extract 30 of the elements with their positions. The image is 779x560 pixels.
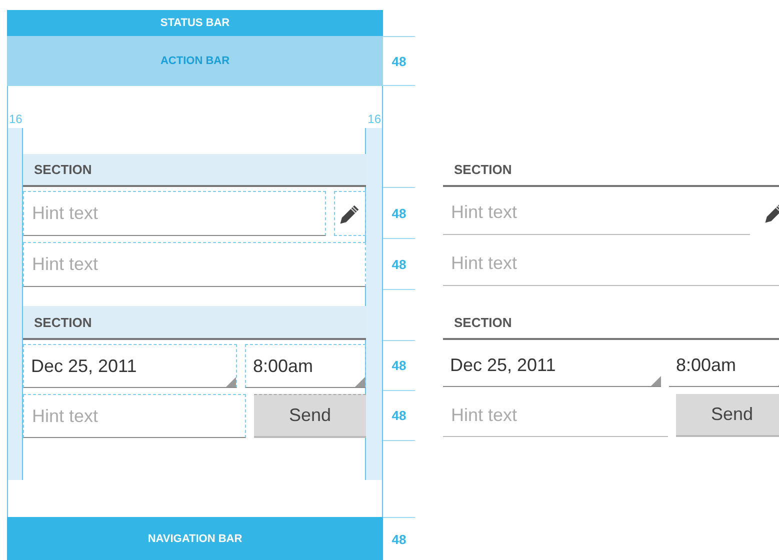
status-bar: STATUS BAR [7, 10, 383, 36]
navigation-bar: NAVIGATION BAR [7, 517, 383, 560]
margin-label: 16 [8, 112, 24, 126]
text-field[interactable]: Hint text [443, 242, 779, 286]
send-button[interactable]: Send [676, 394, 779, 437]
section-header: SECTION [23, 306, 366, 340]
dimension-label: 48 [392, 54, 406, 68]
spinner[interactable]: 8:00am [245, 344, 366, 388]
spinner-corner-icon [651, 376, 661, 386]
dimension-label: 48 [392, 206, 406, 220]
spinner-corner-icon [226, 377, 236, 387]
section-header: SECTION [23, 154, 366, 187]
section-header: SECTION [443, 306, 779, 340]
spinner[interactable]: Dec 25, 2011 [443, 344, 661, 387]
text-field[interactable]: Hint text [443, 394, 668, 437]
margin-label: 16 [366, 112, 382, 126]
spinner-corner-icon [355, 377, 365, 387]
text-field[interactable]: Hint text [443, 191, 750, 235]
text-field[interactable]: Hint text [23, 191, 326, 236]
text-field[interactable]: Hint text [23, 394, 246, 438]
dimension-label: 48 [392, 532, 406, 546]
spinner[interactable]: Dec 25, 2011 [23, 344, 237, 388]
send-button[interactable]: Send [254, 394, 366, 438]
dimension-label: 48 [392, 358, 406, 373]
dimension-label: 48 [392, 408, 406, 423]
spinner[interactable]: 8:00am [669, 344, 779, 387]
section-header: SECTION [443, 154, 779, 187]
dimension-label: 48 [392, 256, 406, 272]
text-field[interactable]: Hint text [23, 242, 366, 287]
action-bar: ACTION BAR [7, 36, 383, 86]
